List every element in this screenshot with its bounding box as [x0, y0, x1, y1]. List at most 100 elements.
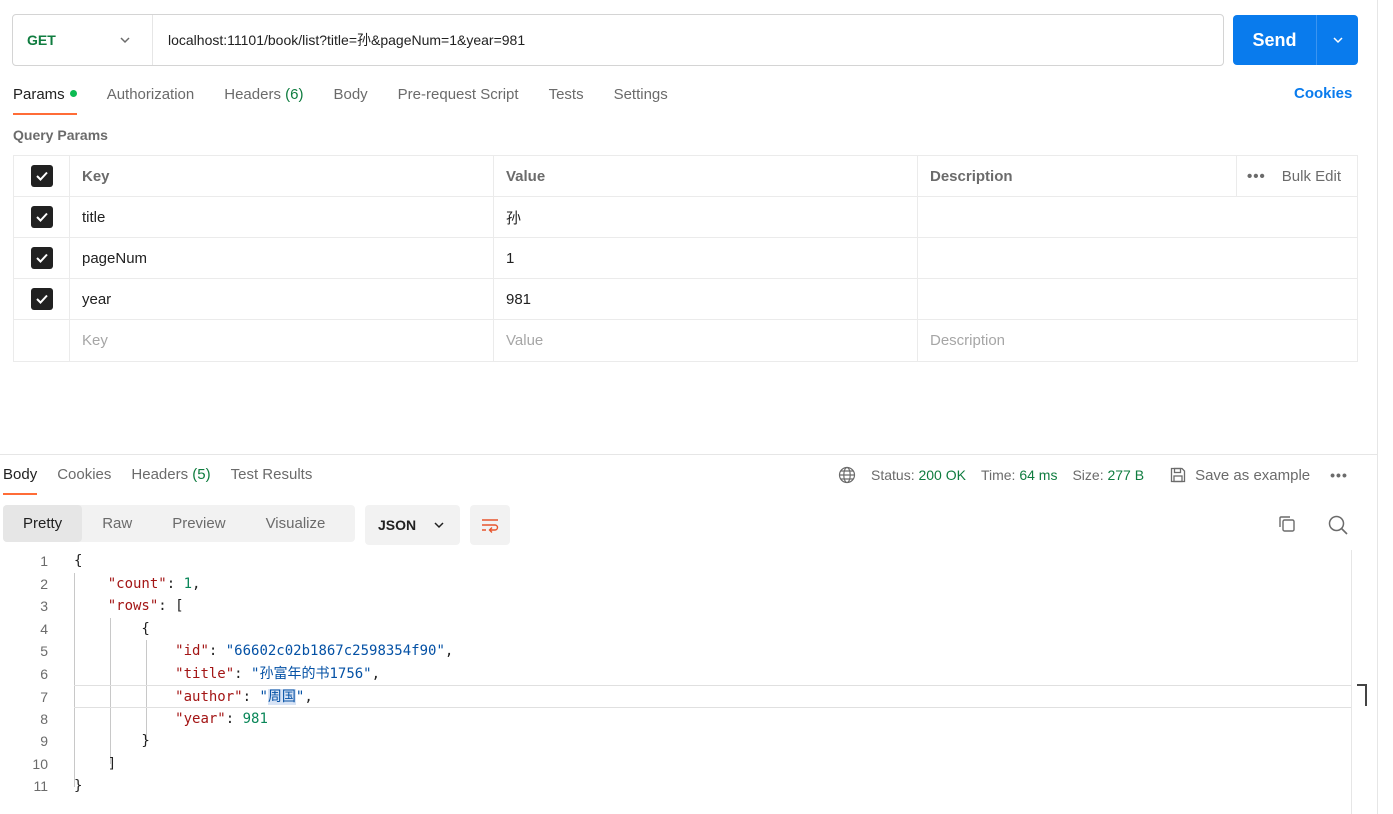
- tab-params-label: Params: [13, 86, 65, 103]
- more-options-icon[interactable]: •••: [1330, 467, 1348, 483]
- new-description-field[interactable]: Description: [918, 320, 1357, 361]
- size-value: 277 B: [1107, 467, 1145, 483]
- row-checkbox[interactable]: [30, 247, 53, 269]
- code-text: "title": "孙富年的书1756",: [175, 665, 381, 682]
- tab-pre-request-script[interactable]: Pre-request Script: [398, 84, 519, 115]
- json-number: 981: [242, 710, 268, 727]
- tab-tests[interactable]: Tests: [549, 84, 584, 115]
- param-description-field[interactable]: [918, 238, 1357, 278]
- code-line-highlighted: 7 "author": "周国",: [40, 685, 1352, 708]
- code-scrollbar-track[interactable]: [1351, 550, 1352, 814]
- line-number: 5: [40, 643, 48, 659]
- code-text: "id": "66602c02b1867c2598354f90",: [175, 643, 454, 659]
- view-visualize-button[interactable]: Visualize: [246, 505, 346, 542]
- cookies-link[interactable]: Cookies: [1294, 85, 1352, 102]
- line-number: 6: [40, 665, 48, 682]
- row-checkbox-cell: [14, 279, 70, 319]
- param-description-field[interactable]: [918, 197, 1357, 237]
- copy-icon[interactable]: [1277, 514, 1297, 534]
- new-key-field[interactable]: Key: [70, 320, 494, 361]
- size-text: Size: 277 B: [1072, 467, 1144, 483]
- tab-test-results-label: Test Results: [230, 466, 313, 483]
- param-key-field[interactable]: title: [70, 197, 494, 237]
- right-pane-border: [1377, 0, 1378, 814]
- tab-response-cookies[interactable]: Cookies: [57, 464, 111, 495]
- line-number: 8: [40, 710, 48, 727]
- json-key: "id": [175, 643, 209, 659]
- line-number: 4: [40, 620, 48, 637]
- tab-params[interactable]: Params: [13, 84, 77, 115]
- param-description-field[interactable]: [918, 279, 1357, 319]
- tab-authorization-label: Authorization: [106, 86, 195, 103]
- new-value-field[interactable]: Value: [494, 320, 918, 361]
- tab-authorization[interactable]: Authorization: [107, 84, 195, 115]
- code-text: }: [74, 733, 150, 749]
- save-as-example-button[interactable]: Save as example: [1169, 466, 1310, 484]
- response-body-viewer[interactable]: 1{ 2 "count": 1, 3 "rows": [ 4 { 5 "id":…: [0, 550, 1352, 814]
- tab-test-results[interactable]: Test Results: [231, 464, 313, 495]
- code-text: {: [74, 553, 83, 569]
- tab-body-label: Body: [333, 86, 368, 103]
- view-pretty-button[interactable]: Pretty: [3, 505, 83, 542]
- tab-headers[interactable]: Headers (6): [224, 84, 303, 115]
- param-key-field[interactable]: pageNum: [70, 238, 494, 278]
- params-table: Key Value Description ••• Bulk Edit titl…: [13, 155, 1358, 362]
- status-value: 200 OK: [918, 467, 966, 483]
- more-options-icon[interactable]: •••: [1247, 168, 1266, 185]
- method-select[interactable]: GET: [13, 15, 153, 65]
- tab-response-headers-label: Headers: [131, 466, 189, 483]
- row-checkbox[interactable]: [30, 288, 53, 310]
- table-row: year 981: [14, 279, 1357, 320]
- tab-response-body[interactable]: Body: [3, 464, 38, 495]
- code-text: "rows": [: [107, 598, 184, 614]
- column-value: Value: [494, 156, 918, 196]
- table-row: pageNum 1: [14, 238, 1357, 279]
- request-tabs: Params Authorization Headers (6) Body Pr…: [13, 84, 698, 116]
- column-description-cell: Description ••• Bulk Edit: [918, 156, 1357, 196]
- view-preview-button[interactable]: Preview: [152, 505, 245, 542]
- bulk-edit-button[interactable]: Bulk Edit: [1282, 168, 1341, 185]
- url-input[interactable]: localhost:11101/book/list?title=孙&pageNu…: [153, 30, 525, 50]
- checkmark-icon: [35, 253, 48, 263]
- view-raw-button[interactable]: Raw: [82, 505, 152, 542]
- response-headers-count: (5): [192, 466, 211, 483]
- param-value-field[interactable]: 981: [494, 279, 918, 319]
- json-key: "rows": [107, 598, 159, 614]
- select-all-checkbox[interactable]: [30, 165, 53, 187]
- pane-divider[interactable]: [0, 454, 1378, 455]
- checkmark-icon: [35, 212, 48, 222]
- column-description: Description: [930, 167, 1013, 185]
- line-number: 10: [32, 755, 48, 772]
- param-value-field[interactable]: 孙: [494, 197, 918, 237]
- send-options-button[interactable]: [1317, 15, 1358, 65]
- json-string: "周国": [259, 689, 305, 705]
- params-active-dot: [69, 89, 77, 97]
- globe-icon[interactable]: [838, 466, 856, 484]
- tab-settings[interactable]: Settings: [614, 84, 668, 115]
- json-key: "title": [175, 665, 235, 682]
- param-value-field[interactable]: 1: [494, 238, 918, 278]
- column-key: Key: [70, 156, 494, 196]
- search-icon[interactable]: [1327, 514, 1349, 536]
- wrap-lines-button[interactable]: [470, 505, 510, 545]
- save-icon: [1170, 467, 1186, 483]
- divider: [1236, 156, 1238, 196]
- format-select[interactable]: JSON: [365, 505, 460, 545]
- row-checkbox[interactable]: [30, 206, 53, 228]
- save-as-example-label: Save as example: [1195, 466, 1311, 484]
- code-line: 5 "id": "66602c02b1867c2598354f90",: [0, 640, 1352, 663]
- chevron-down-icon: [120, 37, 130, 44]
- checkmark-icon: [35, 294, 48, 304]
- code-line: 2 "count": 1,: [0, 573, 1352, 596]
- line-number: 3: [40, 598, 48, 614]
- json-key: "year": [175, 710, 226, 727]
- tab-response-cookies-label: Cookies: [57, 466, 112, 483]
- code-scrollbar-thumb[interactable]: [1357, 684, 1367, 706]
- send-button[interactable]: Send: [1233, 15, 1317, 65]
- code-line: 10 ]: [0, 753, 1352, 776]
- tab-body[interactable]: Body: [333, 84, 367, 115]
- json-string: "66602c02b1867c2598354f90": [225, 643, 445, 659]
- table-row: title 孙: [14, 197, 1357, 238]
- tab-response-headers[interactable]: Headers (5): [131, 464, 210, 495]
- param-key-field[interactable]: year: [70, 279, 494, 319]
